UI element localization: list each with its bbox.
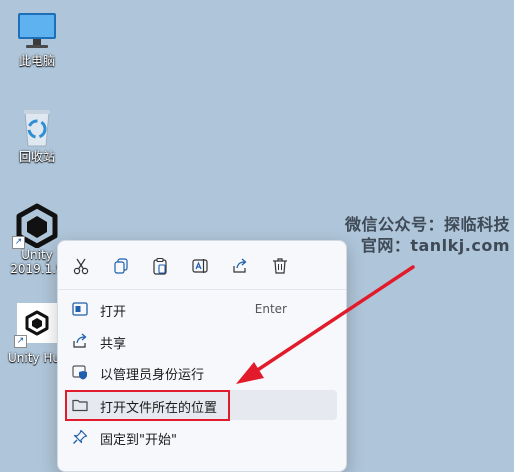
paste-icon	[153, 257, 167, 275]
monitor-icon	[18, 13, 56, 48]
pin-icon	[73, 429, 88, 444]
recycle-bin-icon	[24, 110, 50, 147]
delete-icon	[273, 258, 287, 274]
delete-button[interactable]	[267, 253, 293, 279]
desktop-icon-label: 此电脑	[18, 54, 55, 68]
shortcut-arrow-icon: ↗	[12, 236, 25, 249]
menu-item-label: 固定到"开始"	[100, 433, 177, 448]
desktop-icon-label: 回收站	[18, 150, 55, 164]
shield-icon	[72, 365, 87, 380]
menu-item-accelerator: Enter	[254, 302, 287, 316]
menu-item-run-as-admin[interactable]: 以管理员身份运行	[66, 357, 337, 387]
open-window-icon	[72, 302, 88, 316]
menu-item-label: 打开	[100, 305, 127, 320]
annotation-highlight-box	[65, 390, 230, 421]
menu-item-label: 共享	[100, 337, 127, 352]
share-button[interactable]	[227, 253, 253, 279]
menu-separator	[58, 289, 346, 290]
copy-button[interactable]	[108, 253, 134, 279]
context-menu-toolbar	[58, 241, 346, 289]
desktop-icon-this-pc[interactable]: 此电脑	[6, 8, 68, 68]
cut-icon	[73, 258, 89, 275]
menu-item-share[interactable]: 共享	[66, 326, 337, 356]
watermark-line-2: 官网：tanlkj.com	[360, 236, 510, 255]
rename-button[interactable]	[187, 253, 213, 279]
menu-item-pin-to-start[interactable]: 固定到"开始"	[66, 422, 337, 452]
cut-button[interactable]	[68, 253, 94, 279]
share-icon	[233, 258, 247, 273]
shortcut-arrow-icon: ↗	[14, 335, 27, 348]
paste-button[interactable]	[147, 253, 173, 279]
menu-item-label: 以管理员身份运行	[100, 368, 205, 383]
rename-icon	[192, 259, 208, 273]
copy-icon	[114, 258, 128, 274]
desktop-icon-recycle-bin[interactable]: 回收站	[6, 104, 68, 164]
share-icon	[73, 333, 87, 348]
context-menu: 打开 Enter 共享 以管理员身份运行 打开文件所在的位置 固定到"开始"	[57, 240, 347, 472]
menu-item-open[interactable]: 打开 Enter	[66, 294, 337, 324]
